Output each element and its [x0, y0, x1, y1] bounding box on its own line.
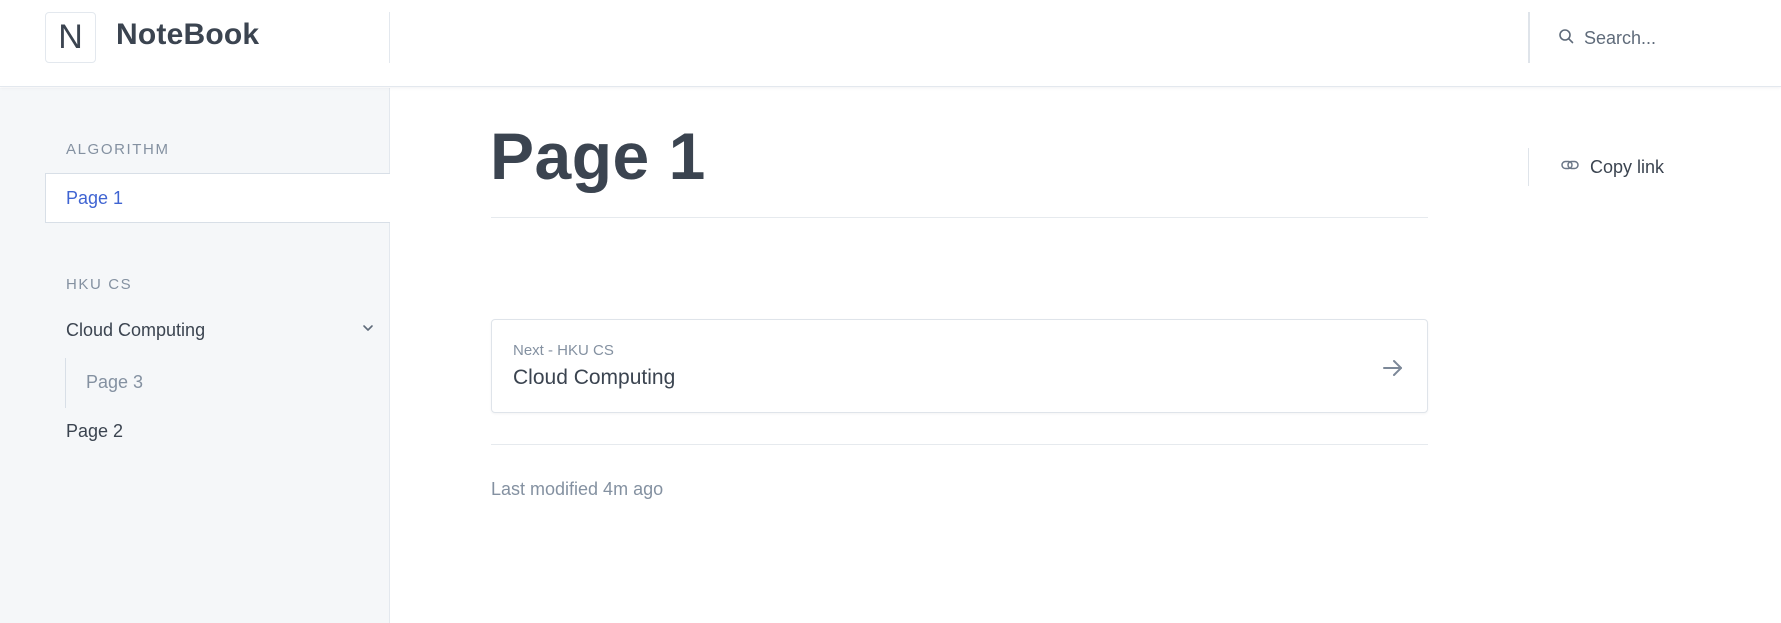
- sidebar-item-page-2[interactable]: Page 2: [66, 421, 123, 442]
- link-icon: [1560, 155, 1580, 180]
- header-divider: [1528, 12, 1530, 63]
- copy-link-button[interactable]: Copy link: [1560, 155, 1664, 180]
- sidebar-item-cloud-computing[interactable]: Cloud Computing: [66, 320, 376, 341]
- next-page-title: Cloud Computing: [513, 366, 676, 389]
- search-placeholder: Search...: [1584, 27, 1657, 48]
- sidebar-group-title: HKU CS: [66, 276, 133, 293]
- next-page-card[interactable]: Next - HKU CS Cloud Computing: [491, 319, 1428, 413]
- copy-link-label: Copy link: [1590, 157, 1665, 177]
- header-divider: [389, 12, 390, 63]
- sidebar-item-page-3[interactable]: Page 3: [86, 372, 143, 393]
- arrow-right-icon: [1381, 356, 1405, 380]
- title-divider: [491, 217, 1428, 218]
- sidebar-item-label: Cloud Computing: [66, 320, 206, 340]
- footer-divider: [491, 444, 1428, 445]
- chevron-down-icon[interactable]: [360, 320, 376, 341]
- sidebar-group-title: ALGORITHM: [66, 141, 170, 158]
- app-title[interactable]: NoteBook: [116, 18, 259, 52]
- subnav-indent-line: [65, 358, 66, 408]
- search-button[interactable]: Search...: [1558, 22, 1656, 54]
- aside-divider: [1528, 148, 1529, 186]
- next-page-label: Next - HKU CS: [513, 342, 614, 359]
- page-title: Page 1: [490, 119, 706, 193]
- search-icon: [1558, 28, 1574, 49]
- app-logo[interactable]: N: [45, 12, 96, 63]
- sidebar-item-label: Page 1: [66, 187, 124, 208]
- last-modified-text: Last modified 4m ago: [491, 479, 664, 499]
- top-header: N NoteBook Search...: [0, 0, 1781, 87]
- logo-letter: N: [58, 18, 83, 56]
- sidebar: ALGORITHM Page 1 HKU CS Cloud Computing …: [0, 88, 390, 623]
- sidebar-item-label: Page 2: [66, 421, 124, 441]
- sidebar-item-page-1[interactable]: Page 1: [45, 173, 390, 223]
- sidebar-item-label: Page 3: [86, 372, 144, 392]
